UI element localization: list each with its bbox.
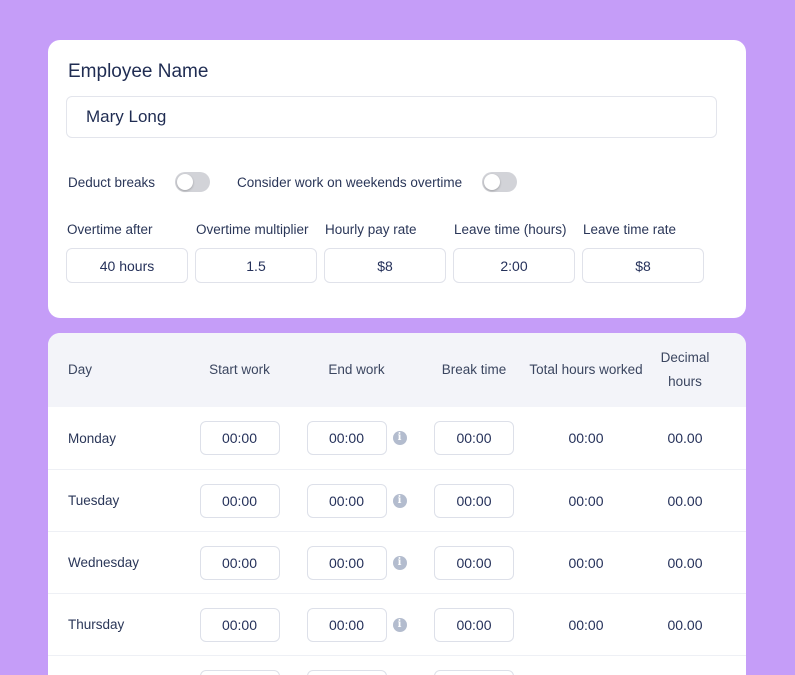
- column-header-start-work: Start work: [209, 362, 270, 377]
- start-work-input[interactable]: [199, 421, 280, 455]
- employee-card: Employee Name Deduct breaks Consider wor…: [48, 40, 746, 318]
- table-body: Monday i 00:00 00.00 Tuesday i 00:00 00.…: [48, 407, 746, 675]
- column-header-decimal-hours: Decimal hours: [660, 350, 710, 389]
- leave-time-hours-input[interactable]: [453, 248, 575, 283]
- day-label: Wednesday: [68, 555, 140, 570]
- field-label: Overtime multiplier: [196, 222, 309, 237]
- field-leave-time-rate: Leave time rate: [582, 222, 704, 283]
- day-label: Tuesday: [68, 493, 120, 508]
- deduct-breaks-toggle[interactable]: [175, 172, 211, 192]
- total-hours-value: 00:00: [568, 554, 604, 571]
- start-work-input[interactable]: [199, 545, 280, 580]
- column-header-end-work: End work: [328, 362, 385, 377]
- employee-name-title: Employee Name: [68, 61, 209, 82]
- overtime-after-input[interactable]: [66, 248, 188, 283]
- end-work-input[interactable]: [306, 545, 387, 580]
- end-work-input[interactable]: [306, 483, 387, 518]
- overtime-multiplier-input[interactable]: [195, 248, 317, 283]
- decimal-hours-value: 00.00: [667, 616, 703, 633]
- start-work-input[interactable]: [199, 607, 280, 642]
- end-work-input[interactable]: [306, 607, 387, 642]
- column-header-day: Day: [68, 362, 93, 377]
- field-label: Leave time (hours): [454, 222, 567, 237]
- field-label: Leave time rate: [583, 222, 677, 237]
- info-icon[interactable]: i: [392, 555, 407, 570]
- break-time-input[interactable]: [434, 607, 514, 642]
- table-row: Monday i 00:00 00.00: [48, 407, 746, 469]
- leave-time-rate-input[interactable]: [582, 248, 704, 283]
- start-work-input[interactable]: [199, 669, 280, 675]
- total-hours-value: 00:00: [568, 492, 604, 509]
- end-work-input[interactable]: [306, 669, 387, 675]
- info-icon[interactable]: i: [392, 617, 407, 632]
- end-work-input[interactable]: [306, 421, 387, 455]
- weekend-overtime-toggle[interactable]: [482, 172, 518, 192]
- break-time-input[interactable]: [434, 669, 514, 675]
- column-header-total-hours: Total hours worked: [529, 362, 643, 377]
- table-row: Friday i 00:00 00.00: [48, 655, 746, 675]
- toggle-knob: [177, 174, 194, 190]
- table-row: Tuesday i 00:00 00.00: [48, 469, 746, 531]
- total-hours-value: 00:00: [568, 430, 604, 446]
- hourly-pay-rate-input[interactable]: [324, 248, 446, 283]
- field-overtime-after: Overtime after: [66, 222, 188, 283]
- table-row: Thursday i 00:00 00.00: [48, 593, 746, 655]
- field-leave-time-hours: Leave time (hours): [453, 222, 575, 283]
- rate-fields-row: Overtime after Overtime multiplier Hourl…: [66, 222, 728, 283]
- toggles-row: Deduct breaks Consider work on weekends …: [66, 172, 728, 192]
- info-icon[interactable]: i: [392, 431, 407, 445]
- weekend-overtime-label: Consider work on weekends overtime: [237, 174, 463, 190]
- field-label: Hourly pay rate: [325, 222, 417, 237]
- info-icon[interactable]: i: [392, 493, 407, 508]
- field-label: Overtime after: [67, 222, 153, 237]
- table-header-row: Day Start work End work Break time Total…: [48, 333, 746, 407]
- column-header-break-time: Break time: [441, 362, 507, 377]
- day-label: Thursday: [68, 617, 125, 632]
- timesheet-table-card: Day Start work End work Break time Total…: [48, 333, 746, 675]
- break-time-input[interactable]: [434, 421, 514, 455]
- deduct-breaks-label: Deduct breaks: [68, 174, 156, 190]
- decimal-hours-value: 00.00: [667, 554, 703, 571]
- employee-name-input[interactable]: [66, 96, 717, 138]
- field-hourly-pay-rate: Hourly pay rate: [324, 222, 446, 283]
- field-overtime-multiplier: Overtime multiplier: [195, 222, 317, 283]
- day-label: Monday: [68, 430, 117, 446]
- break-time-input[interactable]: [434, 483, 514, 518]
- table-row: Wednesday i 00:00 00.00: [48, 531, 746, 593]
- break-time-input[interactable]: [434, 545, 514, 580]
- start-work-input[interactable]: [199, 483, 280, 518]
- toggle-knob: [484, 174, 501, 190]
- decimal-hours-value: 00.00: [667, 430, 703, 446]
- decimal-hours-value: 00.00: [667, 492, 703, 509]
- total-hours-value: 00:00: [568, 616, 604, 633]
